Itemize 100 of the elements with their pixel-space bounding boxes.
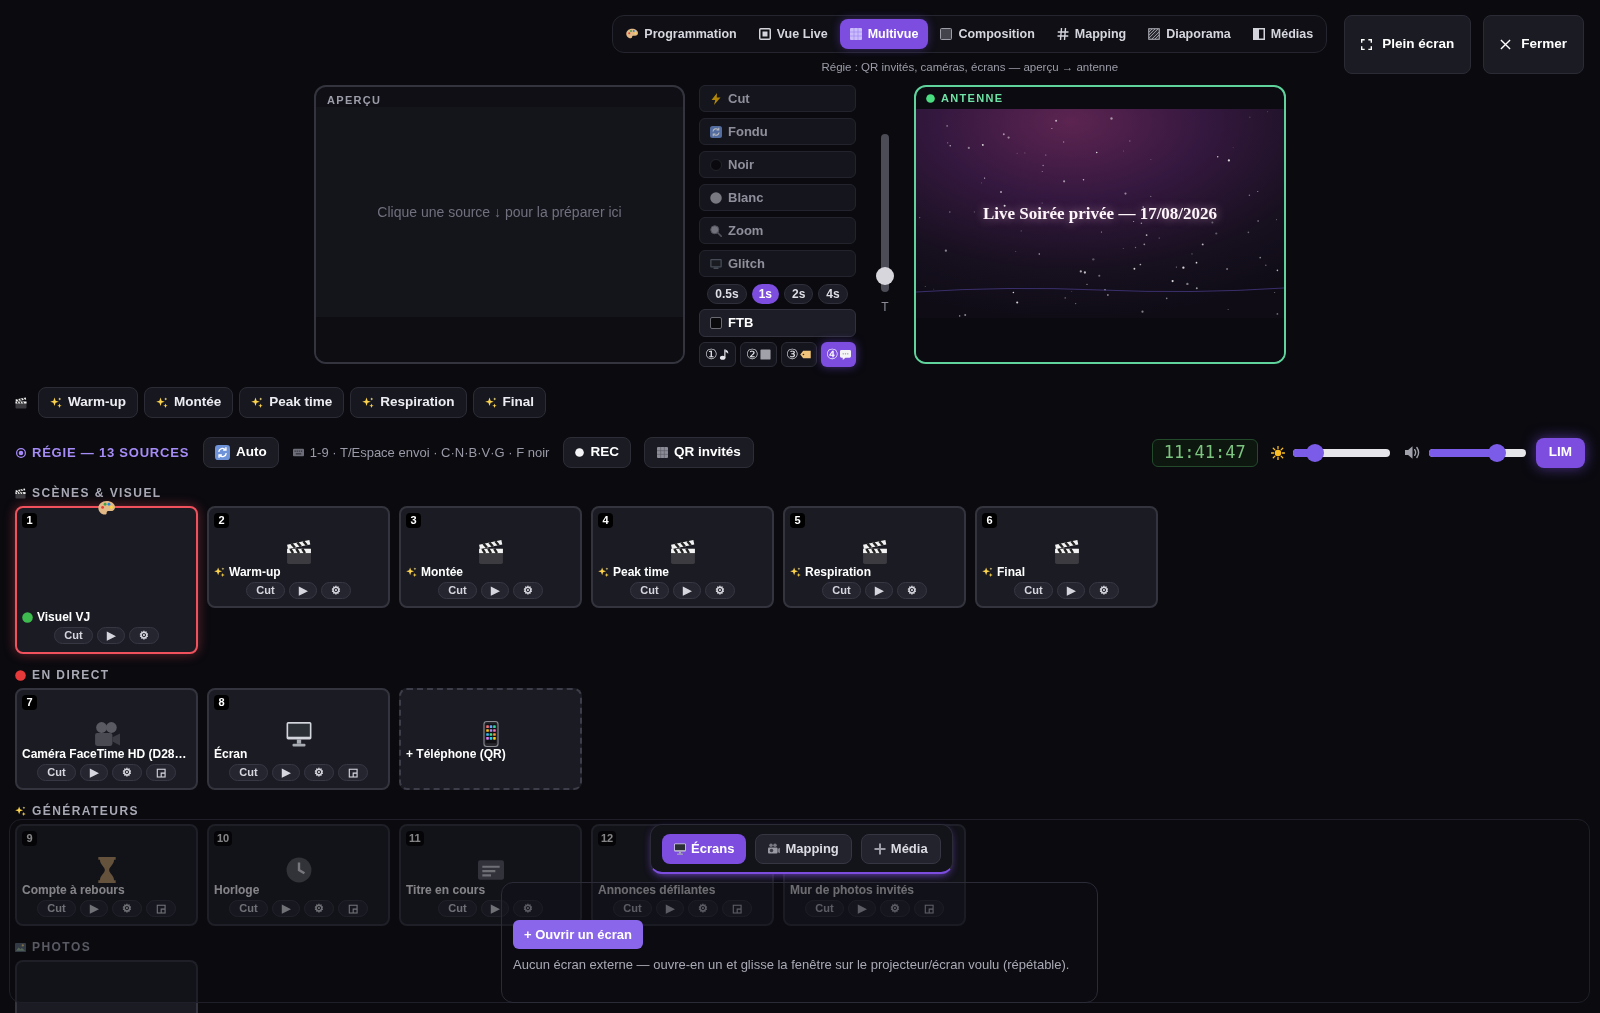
source-card[interactable]: 11 Titre en cours Cut ▶ ⚙ <box>399 824 582 926</box>
slider-thumb[interactable] <box>1487 443 1506 462</box>
scene-preset-button[interactable]: Warm-up <box>38 387 138 418</box>
cut-button[interactable]: Cut <box>822 582 861 599</box>
play-button[interactable]: ▶ <box>864 582 893 599</box>
cut-button[interactable]: Cut <box>438 582 477 599</box>
fullscreen-button[interactable]: Plein écran <box>1344 15 1472 74</box>
volume-slider[interactable] <box>1428 443 1526 462</box>
tbar-handle[interactable] <box>876 267 894 285</box>
overlay-tab[interactable]: Média <box>860 833 941 864</box>
nav-tab[interactable]: Vue Live <box>748 19 838 49</box>
preset-button[interactable]: ② <box>739 342 777 367</box>
qr-button[interactable]: QR invités <box>643 437 754 468</box>
cut-button[interactable]: Cut <box>229 764 268 781</box>
overlay-tab[interactable]: Écrans <box>662 833 747 864</box>
cut-button[interactable]: Cut <box>438 900 477 917</box>
settings-button[interactable]: ⚙ <box>303 900 334 917</box>
source-card[interactable]: 4 Peak time Cut ▶ ⚙ <box>591 506 774 608</box>
pip-button[interactable]: ◲ <box>337 900 368 917</box>
source-card[interactable]: 10 Horloge Cut ▶ ⚙ ◲ <box>207 824 390 926</box>
duration-chip[interactable]: 1s <box>751 284 779 304</box>
play-button[interactable]: ▶ <box>271 900 300 917</box>
play-button[interactable]: ▶ <box>672 582 701 599</box>
tbar-slider[interactable] <box>876 134 894 292</box>
transition-button[interactable]: Noir <box>699 151 856 178</box>
play-button[interactable]: ▶ <box>96 627 125 644</box>
settings-button[interactable]: ⚙ <box>303 764 334 781</box>
play-button[interactable]: ▶ <box>1056 582 1085 599</box>
open-screen-button[interactable]: + Ouvrir un écran <box>513 920 643 949</box>
ftb-button[interactable]: FTB <box>699 309 856 337</box>
card-number: 3 <box>406 513 421 528</box>
play-button[interactable]: ▶ <box>79 900 108 917</box>
scene-preset-button[interactable]: Peak time <box>239 387 345 418</box>
source-card[interactable]: 9 Compte à rebours Cut ▶ ⚙ ◲ <box>15 824 198 926</box>
pip-button[interactable]: ◲ <box>337 764 368 781</box>
preset-button[interactable]: ① <box>699 342 736 367</box>
play-button[interactable]: ▶ <box>79 764 108 781</box>
duration-chip[interactable]: 0.5s <box>707 284 747 304</box>
auto-button[interactable]: Auto <box>203 437 279 468</box>
settings-button[interactable]: ⚙ <box>896 582 927 599</box>
transition-button[interactable]: Cut <box>699 85 856 112</box>
duration-chip[interactable]: 4s <box>818 284 848 304</box>
settings-button[interactable]: ⚙ <box>1088 582 1119 599</box>
play-button[interactable]: ▶ <box>288 582 317 599</box>
settings-button[interactable]: ⚙ <box>111 900 142 917</box>
cut-button[interactable]: Cut <box>37 900 76 917</box>
sparkle-icon <box>214 567 225 578</box>
pip-button[interactable]: ◲ <box>145 764 176 781</box>
speaker-icon <box>1404 445 1420 460</box>
preset-button[interactable]: ④ <box>821 342 856 367</box>
scene-preset-button[interactable]: Montée <box>144 387 234 418</box>
transition-button[interactable]: Fondu <box>699 118 856 145</box>
nav-tab[interactable]: Médias <box>1242 19 1324 49</box>
cut-button[interactable]: Cut <box>246 582 285 599</box>
scene-preset-button[interactable]: Final <box>472 387 547 418</box>
transition-button[interactable]: Zoom <box>699 217 856 244</box>
card-label: Annonces défilantes <box>598 883 716 898</box>
source-card[interactable]: 2 Warm-up Cut ▶ ⚙ <box>207 506 390 608</box>
nav-tab[interactable]: Programmation <box>616 19 747 49</box>
overlay-tab[interactable]: Mapping <box>755 833 852 864</box>
close-button[interactable]: Fermer <box>1483 15 1584 74</box>
clapper-icon <box>1053 539 1080 565</box>
limiter-button[interactable]: LIM <box>1535 437 1585 468</box>
cut-button[interactable]: Cut <box>1014 582 1053 599</box>
settings-button[interactable]: ⚙ <box>512 582 543 599</box>
settings-button[interactable]: ⚙ <box>128 627 159 644</box>
transition-button[interactable]: Blanc <box>699 184 856 211</box>
transition-button[interactable]: Glitch <box>699 250 856 277</box>
nav-tab[interactable]: Diaporama <box>1138 19 1241 49</box>
source-card[interactable]: + Téléphone (QR) <box>399 688 582 790</box>
play-button[interactable]: ▶ <box>480 900 509 917</box>
play-button[interactable]: ▶ <box>480 582 509 599</box>
cut-button[interactable]: Cut <box>37 764 76 781</box>
cut-button[interactable]: Cut <box>229 900 268 917</box>
sparkle-icon <box>484 396 497 409</box>
source-card[interactable]: 5 Respiration Cut ▶ ⚙ <box>783 506 966 608</box>
brightness-slider[interactable] <box>1292 443 1390 462</box>
play-button[interactable]: ▶ <box>271 764 300 781</box>
source-card[interactable]: 7 Caméra FaceTime HD (D28… Cut ▶ ⚙ ◲ <box>15 688 198 790</box>
pip-button[interactable]: ◲ <box>145 900 176 917</box>
nav-tab[interactable]: Multivue <box>839 19 929 49</box>
record-button[interactable]: REC <box>563 437 631 468</box>
preview-area[interactable]: Clique une source ↓ pour la préparer ici <box>316 107 683 317</box>
cut-button[interactable]: Cut <box>630 582 669 599</box>
settings-button[interactable]: ⚙ <box>320 582 351 599</box>
preset-button[interactable]: ③ <box>780 342 818 367</box>
settings-button[interactable]: ⚙ <box>704 582 735 599</box>
source-card[interactable]: 1 Visuel VJ Cut ▶ ⚙ <box>15 506 198 654</box>
nav-tab[interactable]: Mapping <box>1046 19 1137 49</box>
slider-thumb[interactable] <box>1306 443 1325 462</box>
panel-title: APERÇU <box>327 94 382 107</box>
source-card[interactable]: 3 Montée Cut ▶ ⚙ <box>399 506 582 608</box>
scene-preset-button[interactable]: Respiration <box>350 387 467 418</box>
duration-chip[interactable]: 2s <box>784 284 814 304</box>
music-note-icon <box>718 349 730 360</box>
nav-tab[interactable]: Composition <box>930 19 1045 49</box>
source-card[interactable]: 6 Final Cut ▶ ⚙ <box>975 506 1158 608</box>
cut-button[interactable]: Cut <box>54 627 93 644</box>
settings-button[interactable]: ⚙ <box>111 764 142 781</box>
source-card[interactable]: 8 Écran Cut ▶ ⚙ ◲ <box>207 688 390 790</box>
